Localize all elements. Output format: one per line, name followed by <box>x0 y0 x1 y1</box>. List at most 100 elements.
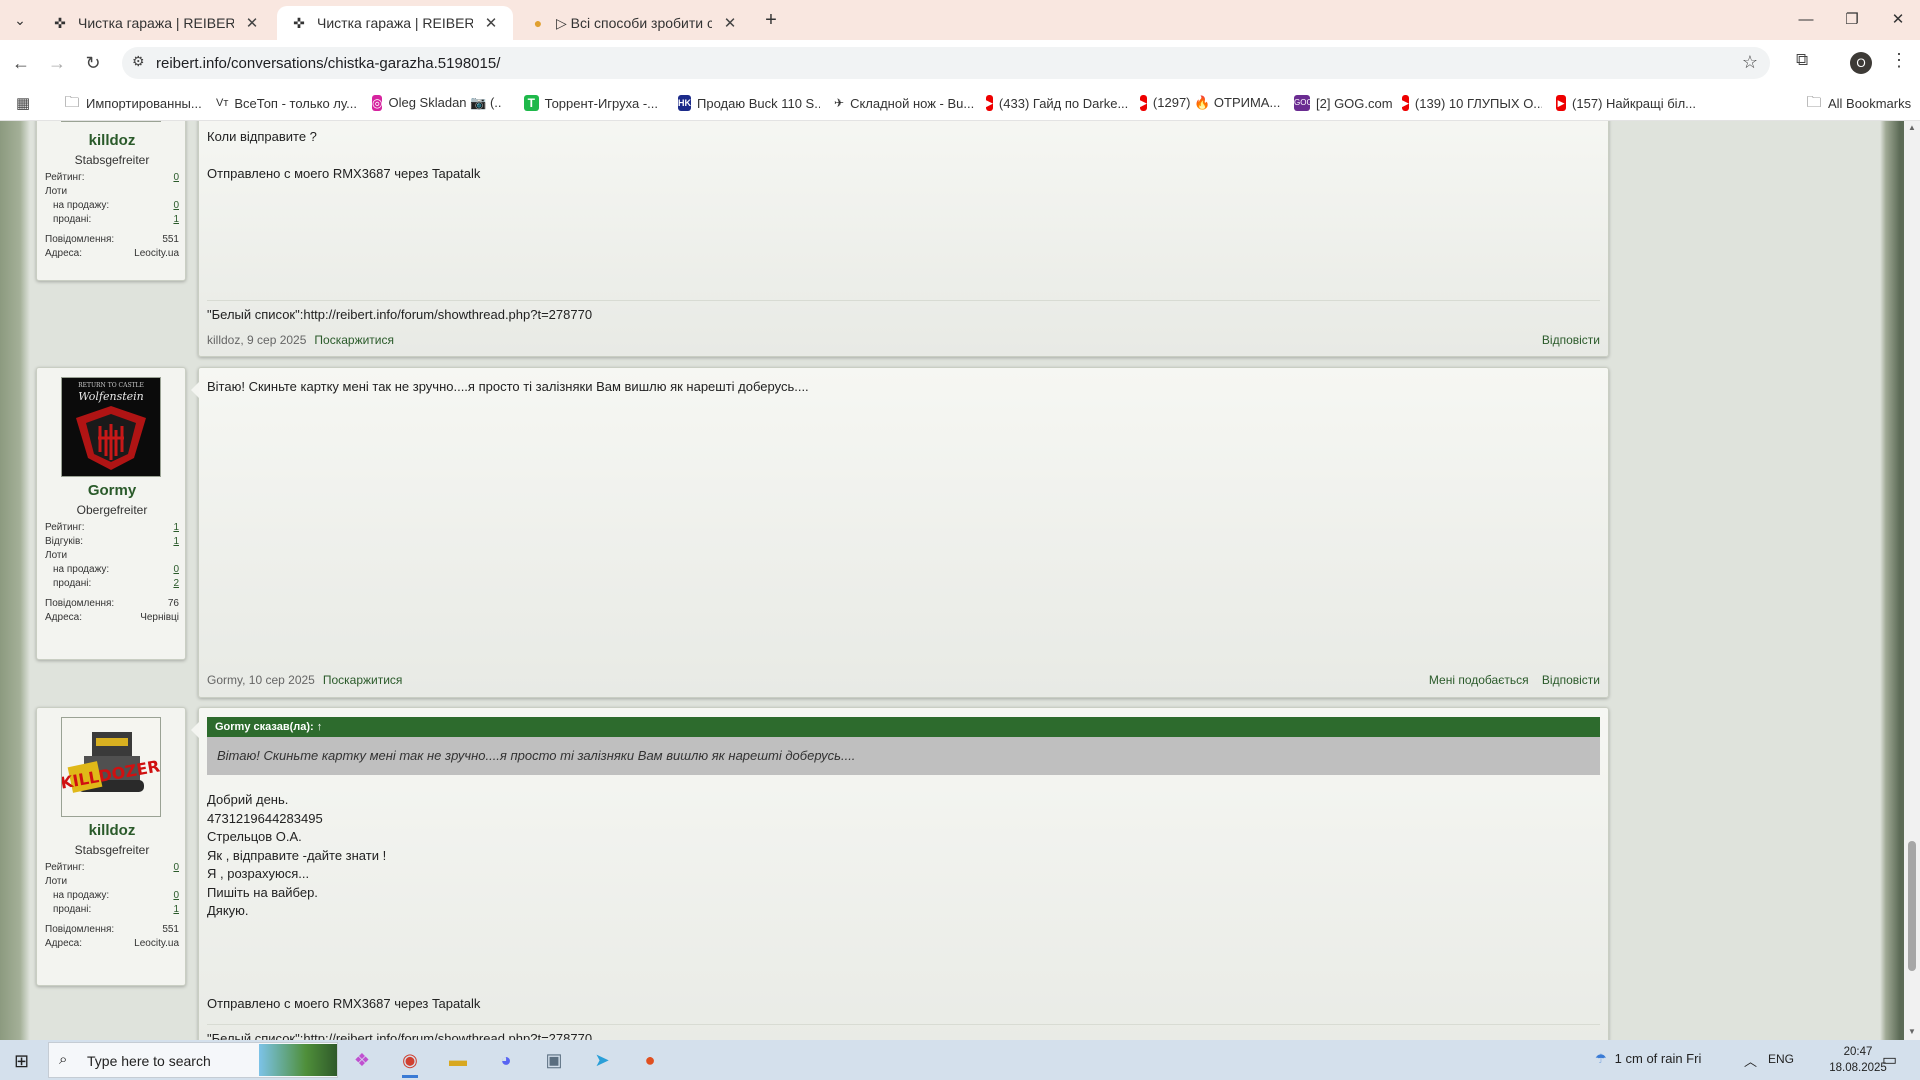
stat-label: продані: <box>53 578 92 589</box>
stat-value[interactable]: 0 <box>173 862 179 873</box>
bookmark-vsetop[interactable]: Vт ВсеТоп - только лу... <box>216 92 356 114</box>
stat-value[interactable]: 0 <box>173 564 179 575</box>
close-icon[interactable]: ✕ <box>722 14 738 32</box>
scroll-down-icon[interactable]: ▼ <box>1904 1027 1920 1036</box>
bookmark-youtube-433[interactable]: ▶ (433) Гайд по Darke... <box>986 92 1128 114</box>
new-tab-button[interactable]: + <box>758 8 784 34</box>
tab-chistka-1[interactable]: ✜ Чистка гаража | REIBERT.info ✕ <box>38 6 274 40</box>
address-bar[interactable]: ⚙ reibert.info/conversations/chistka-gar… <box>122 47 1770 79</box>
forum-conversation-page: killdoz Stabsgefreiter Рейтинг: 0 Лоти на п… <box>0 121 1920 1041</box>
tab-screenshot-guide[interactable]: ● ▷ Всі способи зробити скрін... ✕ <box>516 6 752 40</box>
apps-grid-icon[interactable]: ▦ <box>16 94 30 112</box>
message-line: Добрий день. <box>207 792 289 807</box>
chrome-icon[interactable]: ◉ <box>394 1045 426 1078</box>
chevron-up-icon[interactable]: ︿ <box>1744 1051 1757 1070</box>
message-line: Стрельцов О.А. <box>207 829 302 844</box>
firefox-icon[interactable]: ● <box>634 1045 666 1075</box>
weather-widget[interactable]: ☂ 1 cm of rain Fri <box>1595 1051 1701 1067</box>
bookmark-youtube-157[interactable]: ▶ (157) Найкращі біл... <box>1556 92 1696 114</box>
wolfenstein-avatar[interactable]: RETURN TO CASTLE Wolfenstein <box>61 377 161 477</box>
killdozer-avatar[interactable]: KILLDOZER <box>59 717 161 817</box>
scroll-thumb[interactable] <box>1908 841 1916 971</box>
tab-bar: ⌄ ✜ Чистка гаража | REIBERT.info ✕ ✜ Чис… <box>0 0 1920 40</box>
discord-icon[interactable]: ◕ <box>490 1045 522 1075</box>
post-meta: Gormy, 10 сер 2025 Поскаржитися <box>207 673 402 687</box>
stat-label: Повідомлення: <box>45 924 115 935</box>
minimize-icon[interactable]: — <box>1786 8 1826 32</box>
bookmark-youtube-1297[interactable]: ▶ (1297) 🔥 ОТРИМА... <box>1140 92 1280 114</box>
stat-value: 76 <box>167 598 179 609</box>
tab-chistka-2-active[interactable]: ✜ Чистка гаража | REIBERT.info ✕ <box>277 6 513 40</box>
report-link[interactable]: Поскаржитися <box>323 673 403 687</box>
stat-value[interactable]: 1 <box>173 214 179 225</box>
signature-link[interactable]: "Белый список":http://reibert.info/forum… <box>207 307 592 322</box>
stat-value[interactable]: 2 <box>173 578 179 589</box>
menu-dots-icon[interactable]: ⋮ <box>1890 50 1908 71</box>
reply-link[interactable]: Відповісти <box>1542 673 1600 687</box>
message-line <box>207 976 480 995</box>
gog-icon: GOG <box>1294 95 1313 111</box>
star-icon[interactable]: ☆ <box>1742 52 1758 73</box>
reply-link[interactable]: Відповісти <box>1542 333 1600 347</box>
input-language[interactable]: ENG <box>1768 1052 1794 1066</box>
stat-value[interactable]: 0 <box>173 200 179 211</box>
stat-value[interactable]: 0 <box>173 890 179 901</box>
like-link[interactable]: Мені подобається <box>1429 673 1529 687</box>
restore-icon[interactable]: ❐ <box>1832 8 1872 32</box>
tab-search-chevron-icon[interactable]: ⌄ <box>10 10 30 30</box>
username-link[interactable]: killdoz <box>37 132 187 149</box>
windows-start-icon[interactable]: ⊞ <box>14 1051 29 1072</box>
taskbar-search[interactable]: ⌕ Type here to search <box>48 1042 338 1078</box>
telegram-icon[interactable]: ➤ <box>586 1045 618 1075</box>
post-author-date[interactable]: killdoz, 9 сер 2025 <box>207 333 306 347</box>
back-icon[interactable]: ← <box>8 50 34 76</box>
url-text[interactable]: reibert.info/conversations/chistka-garaz… <box>156 55 500 72</box>
post-pointer <box>191 382 199 398</box>
stat-value: Leocity.ua <box>134 938 179 949</box>
stat-label: Рейтинг: <box>45 522 85 533</box>
file-explorer-icon[interactable]: ▬ <box>442 1045 474 1075</box>
stat-value[interactable]: 1 <box>173 536 179 547</box>
profile-avatar[interactable]: O <box>1850 52 1872 74</box>
site-info-icon[interactable]: ⚙ <box>132 53 145 70</box>
stat-label: на продажу: <box>53 890 110 901</box>
torrent-icon: T <box>524 95 539 111</box>
message-line <box>207 939 480 958</box>
post-author-date[interactable]: Gormy, 10 сер 2025 <box>207 673 315 687</box>
avatar[interactable] <box>61 121 161 122</box>
svg-text:RETURN TO CASTLE: RETURN TO CASTLE <box>78 382 144 389</box>
copilot-icon[interactable]: ❖ <box>346 1045 378 1075</box>
quote-header[interactable]: Gormy сказав(ла): ↑ <box>207 717 1600 737</box>
extensions-icon[interactable]: ⧉ <box>1796 50 1808 70</box>
window-close-icon[interactable]: ✕ <box>1878 8 1918 32</box>
bookmark-imported[interactable]: 🗀 Импортированны... <box>64 92 204 114</box>
stat-value[interactable]: 1 <box>173 904 179 915</box>
forward-icon[interactable]: → <box>44 50 70 76</box>
close-icon[interactable]: ✕ <box>244 14 260 32</box>
username-link[interactable]: killdoz <box>37 822 187 839</box>
user-rank: Obergefreiter <box>76 503 148 517</box>
stat-value[interactable]: 1 <box>173 522 179 533</box>
scroll-up-icon[interactable]: ▲ <box>1904 123 1920 132</box>
notification-icon[interactable]: ▭ <box>1882 1050 1897 1070</box>
bookmark-oleg[interactable]: ◎ Oleg Skladan 📷 (... <box>372 92 502 114</box>
post-message: Вітаю! Скиньте картку мені так не зручно… <box>207 378 809 397</box>
bookmark-youtube-139[interactable]: ▶ (139) 10 ГЛУПЫХ О... <box>1402 92 1542 114</box>
report-link[interactable]: Поскаржитися <box>314 333 394 347</box>
close-icon[interactable]: ✕ <box>483 14 499 32</box>
bookmark-torrent[interactable]: T Торрент-Игруха -... <box>524 92 658 114</box>
search-highlight-image <box>259 1044 337 1076</box>
reload-icon[interactable]: ↻ <box>80 50 106 76</box>
bookmark-gog[interactable]: GOG [2] GOG.com <box>1294 92 1394 114</box>
user-stat-row: Відгуків: 1 <box>45 536 179 550</box>
bookmark-buck[interactable]: HK Продаю Buck 110 S... <box>678 92 820 114</box>
photos-icon[interactable]: ▣ <box>538 1045 570 1075</box>
user-stat-row: продані: 1 <box>45 904 179 918</box>
all-bookmarks-folder[interactable]: 🗀 All Bookmarks <box>1806 92 1914 114</box>
username-link[interactable]: Gormy <box>37 482 187 499</box>
page-scrollbar[interactable]: ▲ ▼ <box>1904 121 1920 1041</box>
user-stat-row: Рейтинг: 1 <box>45 522 179 536</box>
bookmark-knife[interactable]: ✈ Складной нож - Bu... <box>834 92 974 114</box>
reibert-cross-icon: ✜ <box>293 15 305 31</box>
stat-value[interactable]: 0 <box>173 172 179 183</box>
